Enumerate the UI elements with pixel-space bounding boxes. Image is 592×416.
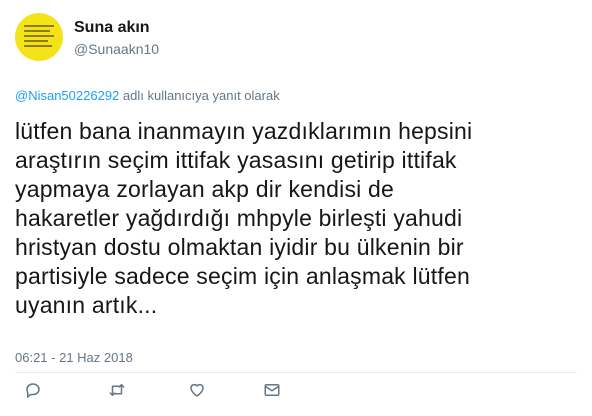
tweet-actions — [15, 378, 575, 402]
reply-button[interactable] — [21, 378, 45, 402]
tweet-text: lütfen bana inanmayın yazdıklarımın heps… — [15, 117, 580, 320]
like-button[interactable] — [185, 378, 209, 402]
reply-context: @Nisan50226292 adlı kullanıcıya yanıt ol… — [15, 88, 280, 103]
tweet-line: hakaretler yağdırdığı mhpyle birleşti ya… — [15, 205, 463, 231]
reply-mention-link[interactable]: @Nisan50226292 — [15, 88, 119, 103]
divider — [15, 372, 577, 373]
heart-icon — [190, 383, 204, 397]
avatar[interactable] — [15, 13, 63, 61]
tweet-line: hristyan dostu olmaktan iyidir bu ülkeni… — [15, 234, 464, 260]
tweet-line: lütfen bana inanmayın yazdıklarımın heps… — [15, 118, 473, 144]
tweet-line: yapmaya zorlayan akp dir kendisi de — [15, 176, 395, 202]
tweet-header: Suna akın @Sunaakn10 — [15, 13, 575, 63]
retweet-button[interactable] — [105, 378, 129, 402]
display-name[interactable]: Suna akın — [74, 18, 159, 38]
retweet-icon — [109, 384, 125, 396]
tweet-line: araştırın seçim ittifak yasasını getirip… — [15, 147, 457, 173]
tweet-line: uyanın artık... — [15, 292, 158, 318]
reply-context-text: adlı kullanıcıya yanıt olarak — [119, 88, 280, 103]
envelope-icon — [264, 384, 280, 396]
tweet-timestamp[interactable]: 06:21 - 21 Haz 2018 — [15, 350, 133, 365]
avatar-text-pattern — [24, 25, 54, 50]
user-names: Suna akın @Sunaakn10 — [74, 18, 159, 58]
user-handle[interactable]: @Sunaakn10 — [74, 40, 159, 58]
direct-message-button[interactable] — [260, 378, 284, 402]
reply-icon — [26, 383, 40, 399]
tweet-line: partisiyle sadece seçim için anlaşmak lü… — [15, 263, 470, 289]
